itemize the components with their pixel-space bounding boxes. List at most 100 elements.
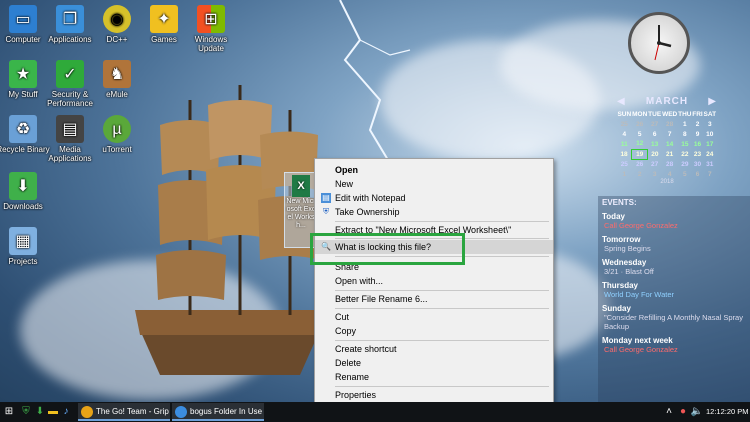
calendar-day[interactable]: 24 bbox=[703, 149, 716, 159]
event-item[interactable]: World Day For Water bbox=[602, 290, 746, 299]
calendar-day[interactable]: 9 bbox=[692, 129, 703, 139]
event-item[interactable]: Call George Gonzalez bbox=[602, 221, 746, 230]
calendar-day[interactable]: 27 bbox=[648, 119, 662, 129]
clapper-icon: ▤ bbox=[56, 115, 84, 143]
event-item[interactable]: Spring Begins bbox=[602, 244, 746, 253]
menu-item-delete[interactable]: Delete bbox=[315, 356, 553, 370]
tray-app-icon[interactable]: ● bbox=[676, 405, 690, 419]
taskbar: ⊞ ⛨ ⬇ ▬ ♪ The Go! Team - Grip L... bogus… bbox=[0, 402, 750, 422]
calendar-day[interactable]: 27 bbox=[648, 159, 662, 169]
calendar-day[interactable]: 20 bbox=[648, 149, 662, 159]
calendar-day[interactable]: 6 bbox=[692, 169, 703, 179]
event-item[interactable]: Call George Gonzalez bbox=[602, 345, 746, 354]
event-day: Wednesday bbox=[602, 258, 647, 267]
folder-icon[interactable]: ▬ bbox=[46, 405, 60, 419]
menu-item-better-file-rename[interactable]: Better File Rename 6... bbox=[315, 292, 553, 306]
calendar-day[interactable]: 18 bbox=[617, 149, 632, 159]
event-item[interactable]: 3/21 · Blast Off bbox=[602, 267, 746, 276]
calendar-day[interactable]: 13 bbox=[648, 139, 662, 149]
calendar-day-today[interactable]: 19 bbox=[631, 148, 649, 160]
excel-icon: X bbox=[292, 175, 310, 197]
calendar-day[interactable]: 28 bbox=[662, 119, 678, 129]
calendar-day[interactable]: 12 bbox=[632, 139, 648, 149]
calendar-day[interactable]: 10 bbox=[703, 129, 716, 139]
event-day: Monday next week bbox=[602, 336, 673, 345]
shield-icon[interactable]: ⛨ bbox=[19, 405, 33, 419]
calendar-day[interactable]: 11 bbox=[617, 139, 632, 149]
analog-clock[interactable] bbox=[628, 12, 690, 74]
calendar-day[interactable]: 5 bbox=[632, 129, 648, 139]
calendar-day[interactable]: 2 bbox=[632, 169, 648, 179]
calendar-day[interactable]: 28 bbox=[662, 159, 678, 169]
calendar-day[interactable]: 26 bbox=[632, 119, 648, 129]
desktop-icon-projects[interactable]: ▦ Projects bbox=[0, 227, 53, 266]
menu-item-create-shortcut[interactable]: Create shortcut bbox=[315, 342, 553, 356]
events-panel[interactable]: EVENTS: Today Call George Gonzalez Tomor… bbox=[598, 196, 750, 406]
calendar-day[interactable]: 4 bbox=[662, 169, 678, 179]
calendar-day[interactable]: 15 bbox=[678, 139, 692, 149]
menu-item-edit-notepad[interactable]: ▤ Edit with Notepad bbox=[315, 191, 553, 205]
uac-shield-icon: ⛨ bbox=[323, 207, 329, 216]
menu-item-open[interactable]: Open bbox=[315, 163, 553, 177]
menu-item-properties[interactable]: Properties bbox=[315, 388, 553, 402]
taskbar-clock[interactable]: 12:12:20 PM bbox=[706, 407, 749, 416]
calendar-day[interactable]: 2 bbox=[692, 119, 703, 129]
calendar-day[interactable]: 30 bbox=[692, 159, 703, 169]
calendar-day[interactable]: 21 bbox=[662, 149, 678, 159]
desktop-icon-windows-update[interactable]: ⊞ Windows Update bbox=[181, 5, 241, 53]
desktop-icon-utorrent[interactable]: µ uTorrent bbox=[87, 115, 147, 154]
calendar-day[interactable]: 1 bbox=[678, 119, 692, 129]
calendar-day[interactable]: 7 bbox=[662, 129, 678, 139]
menu-item-new[interactable]: New bbox=[315, 177, 553, 191]
mule-icon: ♞ bbox=[103, 60, 131, 88]
calendar-day[interactable]: 6 bbox=[648, 129, 662, 139]
file-label: New Microsoft Excel Worksh... bbox=[286, 198, 316, 229]
taskbar-item-music[interactable]: The Go! Team - Grip L... bbox=[78, 403, 170, 421]
desktop-icon-emule[interactable]: ♞ eMule bbox=[87, 60, 147, 99]
download-arrow-icon[interactable]: ⬇ bbox=[33, 405, 47, 419]
menu-item-rename[interactable]: Rename bbox=[315, 370, 553, 384]
calendar-day[interactable]: 1 bbox=[617, 169, 632, 179]
volume-icon[interactable]: 🔈 bbox=[690, 405, 704, 419]
highlight-box bbox=[310, 233, 465, 265]
calendar-day[interactable]: 16 bbox=[692, 139, 703, 149]
recycle-bin-icon: ♻ bbox=[9, 115, 37, 143]
menu-item-take-ownership[interactable]: ⛨ Take Ownership bbox=[315, 205, 553, 219]
calendar-day[interactable]: 17 bbox=[703, 139, 716, 149]
calendar-day[interactable]: 14 bbox=[662, 139, 678, 149]
menu-item-cut[interactable]: Cut bbox=[315, 310, 553, 324]
project-icon: ▦ bbox=[9, 227, 37, 255]
event-item[interactable]: "Consider Refilling A Monthly Nasal Spra… bbox=[602, 313, 746, 331]
calendar-day[interactable]: 25 bbox=[617, 159, 632, 169]
calendar-day[interactable]: 7 bbox=[703, 169, 716, 179]
dc-icon: ◉ bbox=[103, 5, 131, 33]
context-menu: Open New ▤ Edit with Notepad ⛨ Take Owners… bbox=[314, 158, 554, 406]
calendar-day[interactable]: 23 bbox=[692, 149, 703, 159]
calendar-day[interactable]: 3 bbox=[703, 119, 716, 129]
calendar-next-icon[interactable]: ▶ bbox=[708, 96, 717, 107]
desktop-icon-downloads[interactable]: ⬇ Downloads bbox=[0, 172, 53, 211]
calendar-day[interactable]: 25 bbox=[617, 119, 632, 129]
download-arrow-icon: ⬇ bbox=[9, 172, 37, 200]
calendar-prev-icon[interactable]: ◀ bbox=[617, 96, 626, 107]
event-day: Thursday bbox=[602, 281, 639, 290]
calendar-day[interactable]: 8 bbox=[678, 129, 692, 139]
weekday-label: MON bbox=[632, 110, 648, 118]
calendar-day[interactable]: 29 bbox=[678, 159, 692, 169]
calendar-year: 2018 bbox=[660, 179, 674, 185]
music-icon[interactable]: ♪ bbox=[59, 405, 73, 419]
calendar-day[interactable]: 26 bbox=[632, 159, 648, 169]
start-button[interactable]: ⊞ bbox=[2, 405, 16, 419]
taskbar-item-browser[interactable]: bogus Folder In Use e... bbox=[172, 403, 264, 421]
calendar-day[interactable]: 4 bbox=[617, 129, 632, 139]
calendar-gadget[interactable]: ◀ MARCH ▶ SUN MON TUE WED THU FRI SAT 25 26… bbox=[617, 96, 717, 188]
calendar-day[interactable]: 3 bbox=[648, 169, 662, 179]
menu-item-open-with[interactable]: Open with... bbox=[315, 274, 553, 288]
calendar-day[interactable]: 31 bbox=[703, 159, 716, 169]
chevron-up-icon[interactable]: ˄ bbox=[662, 405, 676, 419]
menu-separator bbox=[335, 221, 549, 222]
calendar-day[interactable]: 22 bbox=[678, 149, 692, 159]
menu-separator bbox=[335, 386, 549, 387]
calendar-day[interactable]: 5 bbox=[678, 169, 692, 179]
menu-item-copy[interactable]: Copy bbox=[315, 324, 553, 338]
